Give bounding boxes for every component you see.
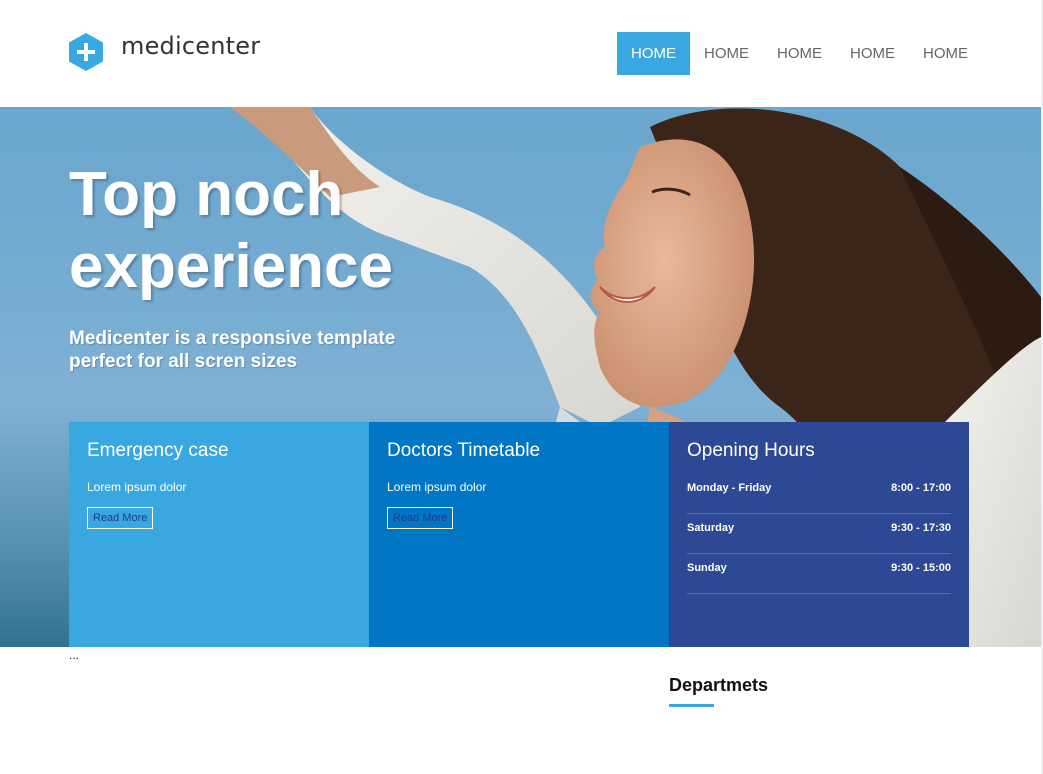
main-nav: HOME HOME HOME HOME HOME	[617, 32, 982, 75]
nav-item-home-5[interactable]: HOME	[909, 32, 982, 75]
logo[interactable]: medicenter	[68, 32, 260, 72]
timetable-box: Doctors Timetable Lorem ipsum dolor Read…	[369, 422, 669, 647]
nav-item-home-3[interactable]: HOME	[763, 32, 836, 75]
emergency-box: Emergency case Lorem ipsum dolor Read Mo…	[69, 422, 369, 647]
emergency-read-more-button[interactable]: Read More	[87, 507, 154, 529]
hours-day: Monday - Friday	[687, 482, 772, 494]
medical-cross-icon	[69, 33, 103, 71]
nav-item-home-4[interactable]: HOME	[836, 32, 909, 75]
content-ellipsis: ...	[69, 648, 80, 662]
hours-time: 8:00 - 17:00	[891, 482, 951, 494]
hours-row: Saturday 9:30 - 17:30	[687, 514, 951, 554]
hours-row: Monday - Friday 8:00 - 17:00	[687, 474, 951, 514]
nav-item-home-1[interactable]: HOME	[617, 32, 690, 75]
hours-day: Saturday	[687, 522, 735, 534]
departments-heading: Departmets	[669, 675, 769, 695]
hero-banner: Top noch experience Medicenter is a resp…	[0, 107, 1041, 647]
emergency-text: Lorem ipsum dolor	[87, 480, 187, 494]
hours-time: 9:30 - 15:00	[891, 562, 951, 574]
timetable-read-more-button[interactable]: Read More	[387, 507, 454, 529]
timetable-text: Lorem ipsum dolor	[387, 480, 487, 494]
emergency-title: Emergency case	[87, 440, 229, 461]
hero-title: Top noch experience	[69, 160, 393, 301]
timetable-title: Doctors Timetable	[387, 440, 541, 461]
site-header: medicenter HOME HOME HOME HOME HOME	[0, 0, 1043, 107]
nav-item-home-2[interactable]: HOME	[690, 32, 763, 75]
opening-hours-title: Opening Hours	[687, 440, 815, 461]
logo-text: medicenter	[121, 32, 261, 60]
hours-row: Sunday 9:30 - 15:00	[687, 554, 951, 594]
hours-table: Monday - Friday 8:00 - 17:00 Saturday 9:…	[687, 474, 951, 594]
departments-underline	[669, 704, 714, 707]
hours-time: 9:30 - 17:30	[891, 522, 951, 534]
hero-subtitle: Medicenter is a responsive template perf…	[69, 328, 396, 372]
hours-day: Sunday	[687, 562, 727, 574]
opening-hours-box: Opening Hours Monday - Friday 8:00 - 17:…	[669, 422, 969, 647]
